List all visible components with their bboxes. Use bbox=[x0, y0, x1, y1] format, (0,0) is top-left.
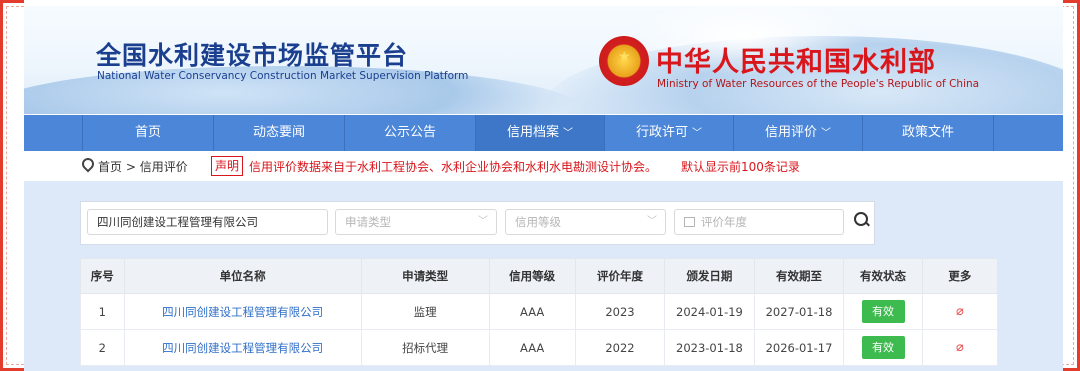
row-more-cell: ⌀ bbox=[921, 329, 999, 366]
search-bar: 四川同创建设工程管理有限公司 申请类型 ﹀ 信用等级 ﹀ 评价年度 bbox=[80, 201, 875, 245]
nav-item-credit-archive[interactable]: 信用档案 ﹀ bbox=[475, 115, 604, 151]
platform-title: 全国水利建设市场监管平台 bbox=[96, 41, 409, 70]
page-stage: 全国水利建设市场监管平台 National Water Conservancy … bbox=[24, 0, 1063, 371]
row-status-cell: 有效 bbox=[843, 329, 923, 366]
table-row: 2 四川同创建设工程管理有限公司 招标代理 AAA 2022 2023-01-1… bbox=[80, 329, 999, 366]
breadcrumb-current: 信用评价 bbox=[139, 160, 188, 174]
calendar-icon bbox=[684, 217, 695, 227]
breadcrumb-home[interactable]: 首页 bbox=[98, 160, 122, 174]
row-type: 监理 bbox=[360, 293, 490, 330]
apply-type-select[interactable]: 申请类型 ﹀ bbox=[335, 209, 497, 235]
row-expires: 2026-01-17 bbox=[753, 329, 845, 366]
company-name-input[interactable]: 四川同创建设工程管理有限公司 bbox=[87, 209, 328, 235]
row-status-cell: 有效 bbox=[843, 293, 923, 330]
platform-title-en: National Water Conservancy Construction … bbox=[97, 70, 469, 82]
row-no: 2 bbox=[80, 329, 125, 366]
main-nav: 首页 动态要闻 公示公告 信用档案 ﹀ 行政许可 ﹀ 信用评价 ﹀ 政策文件 bbox=[24, 115, 1063, 151]
row-level: AAA bbox=[488, 293, 576, 330]
row-level: AAA bbox=[488, 329, 576, 366]
nav-item-policy[interactable]: 政策文件 bbox=[862, 115, 994, 151]
notice-badge: 声明 bbox=[211, 156, 244, 176]
notice-statement: 信用评价数据来自于水利工程协会、水利企业协会和水利水电勘测设计协会。 bbox=[249, 160, 658, 174]
header-banner: 全国水利建设市场监管平台 National Water Conservancy … bbox=[24, 6, 1063, 114]
chevron-down-icon: ﹀ bbox=[821, 128, 831, 139]
ministry-title: 中华人民共和国水利部 bbox=[656, 47, 936, 78]
nav-item-news[interactable]: 动态要闻 bbox=[213, 115, 344, 151]
national-emblem-icon: ★ bbox=[599, 36, 649, 86]
notice-record-limit: 默认显示前100条记录 bbox=[681, 160, 800, 174]
col-header-year: 评价年度 bbox=[574, 258, 666, 294]
ministry-title-en: Ministry of Water Resources of the Peopl… bbox=[657, 78, 980, 90]
col-header-status: 有效状态 bbox=[843, 258, 923, 294]
col-header-issued: 颁发日期 bbox=[664, 258, 755, 294]
col-header-name: 单位名称 bbox=[123, 258, 362, 294]
row-year: 2023 bbox=[574, 293, 666, 330]
nav-item-admin-license[interactable]: 行政许可 ﹀ bbox=[604, 115, 733, 151]
status-badge: 有效 bbox=[861, 336, 905, 359]
chevron-down-icon: ﹀ bbox=[647, 216, 657, 227]
table-row: 1 四川同创建设工程管理有限公司 监理 AAA 2023 2024-01-19 … bbox=[80, 293, 999, 330]
nav-item-home[interactable]: 首页 bbox=[82, 115, 213, 151]
company-link[interactable]: 四川同创建设工程管理有限公司 bbox=[123, 329, 362, 366]
col-header-more: 更多 bbox=[921, 258, 999, 294]
row-issued: 2024-01-19 bbox=[664, 293, 755, 330]
col-header-expires: 有效期至 bbox=[753, 258, 845, 294]
col-header-no: 序号 bbox=[80, 258, 125, 294]
paperclip-icon[interactable]: ⌀ bbox=[956, 304, 964, 319]
chevron-down-icon: ﹀ bbox=[478, 216, 488, 227]
breadcrumb-separator: > bbox=[125, 160, 136, 174]
apply-type-placeholder: 申请类型 bbox=[345, 215, 391, 229]
location-pin-icon bbox=[79, 155, 97, 173]
breadcrumb: 首页 > 信用评价 bbox=[79, 155, 188, 175]
row-no: 1 bbox=[80, 293, 125, 330]
credit-level-placeholder: 信用等级 bbox=[515, 215, 561, 229]
content-area: 四川同创建设工程管理有限公司 申请类型 ﹀ 信用等级 ﹀ 评价年度 序号 单位名称 … bbox=[24, 181, 1063, 371]
row-year: 2022 bbox=[574, 329, 666, 366]
credit-level-select[interactable]: 信用等级 ﹀ bbox=[505, 209, 666, 235]
row-issued: 2023-01-18 bbox=[664, 329, 755, 366]
paperclip-icon[interactable]: ⌀ bbox=[956, 340, 964, 355]
chevron-down-icon: ﹀ bbox=[692, 128, 702, 139]
chevron-down-icon: ﹀ bbox=[563, 128, 573, 139]
status-badge: 有效 bbox=[861, 300, 905, 323]
eval-year-placeholder: 评价年度 bbox=[701, 215, 747, 229]
nav-item-announcements[interactable]: 公示公告 bbox=[344, 115, 475, 151]
company-link[interactable]: 四川同创建设工程管理有限公司 bbox=[123, 293, 362, 330]
nav-item-credit-evaluation[interactable]: 信用评价 ﹀ bbox=[733, 115, 862, 151]
table-header-row: 序号 单位名称 申请类型 信用等级 评价年度 颁发日期 有效期至 有效状态 更多 bbox=[80, 258, 999, 294]
credit-table: 序号 单位名称 申请类型 信用等级 评价年度 颁发日期 有效期至 有效状态 更多… bbox=[80, 258, 999, 366]
row-type: 招标代理 bbox=[360, 329, 490, 366]
search-icon[interactable] bbox=[853, 211, 871, 229]
col-header-level: 信用等级 bbox=[488, 258, 576, 294]
col-header-type: 申请类型 bbox=[360, 258, 490, 294]
eval-year-picker[interactable]: 评价年度 bbox=[674, 209, 844, 235]
row-more-cell: ⌀ bbox=[921, 293, 999, 330]
row-expires: 2027-01-18 bbox=[753, 293, 845, 330]
notice-text: 信用评价数据来自于水利工程协会、水利企业协会和水利水电勘测设计协会。 默认显示前1… bbox=[249, 158, 800, 175]
